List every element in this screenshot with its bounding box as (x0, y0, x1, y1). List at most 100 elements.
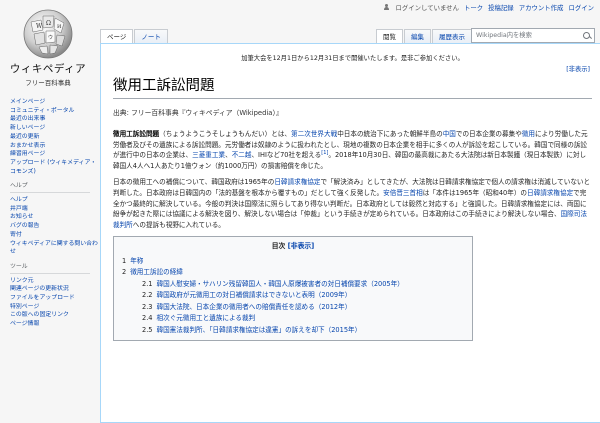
toc-item-number: 2.5 (142, 325, 153, 334)
intro-paragraph-1: 徴用工訴訟問題（ちょうようこうそしょうもんだい）とは、第二次世界大戦中日本の統治… (113, 129, 592, 171)
sidebar-item-current-events[interactable]: 最近の出来事 (10, 115, 98, 124)
text-span: は「本件は1965年（昭和40年）の (422, 188, 528, 197)
sidebar-item-upload-file[interactable]: ファイルをアップロード (10, 294, 98, 303)
tab-talk[interactable]: ノート (134, 29, 168, 44)
talk-link[interactable]: トーク (464, 3, 483, 12)
svg-text:W: W (36, 23, 43, 30)
sidebar-item-recent-changes[interactable]: 最近の更新 (10, 133, 98, 142)
link-claims-agreement-2[interactable]: 日韓請求権協定 (527, 189, 573, 197)
toc-item[interactable]: 2.5 韓国憲法裁判所、「日韓請求権協定は違憲」の訴えを却下（2015年） (122, 325, 464, 337)
page-title: 徴用工訴訟問題 (113, 74, 592, 99)
link-fujikoshi[interactable]: 不二越 (232, 151, 252, 159)
login-link[interactable]: ログイン (568, 3, 594, 12)
namespace-tabs: ページ ノート (100, 28, 169, 44)
notice-hide-link[interactable]: [非表示] (566, 64, 590, 73)
sidebar-item-community-portal[interactable]: コミュニティ・ポータル (10, 107, 98, 116)
tab-edit[interactable]: 編集 (404, 29, 431, 44)
sidebar-item-main-page[interactable]: メインページ (10, 98, 98, 107)
article-term: 徴用工訴訟問題 (113, 130, 160, 138)
text-span: への提訴も視野に入れている。 (132, 220, 225, 229)
toc-item-number: 2.3 (142, 302, 153, 311)
search-icon[interactable] (583, 31, 591, 40)
sidebar-item-upload-commons[interactable]: アップロード (ウィキメディア・コモンズ) (10, 159, 98, 176)
svg-text:И: И (57, 24, 62, 30)
text-span: 、IHIなど70社を超える (251, 151, 322, 160)
toc-heading: 目次 (271, 242, 286, 251)
tab-read[interactable]: 閲覧 (376, 29, 403, 44)
text-span: 、 (225, 151, 232, 160)
intro-paragraph-2: 日本の徴用工への補償について、韓国政府は1965年の日韓請求権協定で「解決済み」… (113, 177, 592, 230)
toc-toggle-link[interactable]: [非表示] (288, 242, 315, 250)
create-account-link[interactable]: アカウント作成 (519, 3, 564, 12)
content-area: 加筆大会を12月1日から12月31日まで開催いたします。是非ご参加ください。 [… (100, 43, 600, 423)
table-of-contents: 目次 [非表示] 1 年称 2 徴用工訴訟の経緯 2.1 韓国人慰安婦・サハリン残留韓国人… (113, 236, 473, 342)
tab-page[interactable]: ページ (100, 29, 134, 44)
toc-item[interactable]: 2.4 相次ぐ元徴用工と遺族による裁判 (122, 313, 464, 325)
sidebar-item-related-changes[interactable]: 関連ページの更新状況 (10, 285, 98, 294)
sidebar-help: ヘルプ ヘルプ 井戸端 お知らせ バグの報告 寄付 ウィキペディアに関する問い合… (10, 182, 98, 257)
site-notice: 加筆大会を12月1日から12月31日まで開催いたします。是非ご参加ください。 (241, 55, 464, 62)
text-span: 中日本の統治下にあった朝鮮半島の (337, 130, 443, 138)
tab-history[interactable]: 履歴表示 (432, 29, 472, 44)
not-logged-in-label: ログインしていません (395, 3, 459, 12)
sidebar-item-help[interactable]: ヘルプ (10, 196, 98, 205)
toc-item[interactable]: 2.2 韓国政府が元徴用工の対日補償請求はできないと表明（2009年） (122, 290, 464, 302)
sidebar-item-bug-report[interactable]: バグの報告 (10, 222, 98, 231)
sidebar-item-sandbox[interactable]: 練習用ページ (10, 150, 98, 159)
toc-item[interactable]: 2.1 韓国人慰安婦・サハリン残留韓国人・韓国人原爆被害者の対日補償要求（2005… (122, 279, 464, 291)
sidebar-item-donate[interactable]: 寄付 (10, 231, 98, 240)
sidebar-item-contact[interactable]: ウィキペディアに関する問い合わせ (10, 240, 98, 257)
link-china[interactable]: 中国 (443, 130, 456, 138)
sidebar-item-page-info[interactable]: ページ情報 (10, 320, 98, 329)
link-claims-agreement[interactable]: 日韓請求権協定 (274, 178, 320, 186)
sidebar-item-new-pages[interactable]: 新しいページ (10, 124, 98, 133)
toc-item-number: 1 (122, 256, 127, 265)
logo-wordmark: ウィキペディア (9, 63, 87, 75)
sidebar-item-special-pages[interactable]: 特別ページ (10, 303, 98, 312)
contributions-link[interactable]: 投稿記録 (488, 3, 514, 12)
toc-item-number: 2.2 (142, 291, 153, 300)
link-ww2[interactable]: 第二次世界大戦 (291, 130, 337, 138)
user-icon (383, 3, 390, 11)
search-placeholder: Wikipedia内を検索 (476, 32, 532, 39)
toc-item-number: 2 (122, 268, 127, 277)
text-span: での日本企業の募集や (455, 130, 522, 138)
toc-item-link[interactable]: 韓国憲法裁判所、「日韓請求権協定は違憲」の訴えを却下（2015年） (157, 326, 362, 334)
search-input[interactable]: Wikipedia内を検索 (471, 28, 595, 43)
sidebar-item-permanent-link[interactable]: この版への固定リンク (10, 311, 98, 320)
text-span: 日本の徴用工への補償について、韓国政府は1965年の (113, 178, 275, 187)
text-span: （ちょうようこうそしょうもんだい）とは、 (159, 130, 292, 138)
sidebar-heading-tools: ツール (10, 263, 90, 274)
link-abe[interactable]: 安倍晋三首相 (383, 189, 423, 197)
toc-item-link[interactable]: 韓国人慰安婦・サハリン残留韓国人・韓国人原爆被害者の対日補償要求（2005年） (157, 280, 404, 288)
personal-tools: ログインしていません トーク 投稿記録 アカウント作成 ログイン (383, 0, 594, 14)
sidebar: メインページ コミュニティ・ポータル 最近の出来事 新しいページ 最近の更新 お… (10, 98, 98, 333)
sidebar-item-random[interactable]: おまかせ表示 (10, 142, 98, 151)
sidebar-item-what-links-here[interactable]: リンク元 (10, 277, 98, 286)
toc-item-link[interactable]: 韓国大法院、日本企業の徴用者への賠償責任を認める（2012年） (157, 303, 352, 311)
toc-item[interactable]: 2.3 韓国大法院、日本企業の徴用者への賠償責任を認める（2012年） (122, 302, 464, 314)
toc-item-link[interactable]: 年称 (130, 257, 143, 265)
svg-text:Ω: Ω (46, 20, 51, 27)
wikipedia-globe-icon: W Ω И ウ (23, 9, 73, 59)
view-tabs: 閲覧 編集 履歴表示 (376, 28, 473, 44)
link-recruitment[interactable]: 徴用 (522, 130, 535, 138)
toc-item-link[interactable]: 相次ぐ元徴用工と遺族による裁判 (157, 314, 256, 322)
toc-item-link[interactable]: 韓国政府が元徴用工の対日補償請求はできないと表明（2009年） (157, 291, 352, 299)
toc-item[interactable]: 2 徴用工訴訟の経緯 (122, 267, 464, 279)
toc-item-number: 2.4 (142, 314, 153, 323)
link-mitsubishi[interactable]: 三菱重工業 (192, 151, 225, 159)
sidebar-navigation: メインページ コミュニティ・ポータル 最近の出来事 新しいページ 最近の更新 お… (10, 98, 98, 176)
svg-text:ウ: ウ (48, 34, 53, 41)
sidebar-heading-help: ヘルプ (10, 182, 90, 194)
site-subtitle: 出典: フリー百科事典『ウィキペディア（Wikipedia）』 (113, 109, 283, 117)
sidebar-tools: ツール リンク元 関連ページの更新状況 ファイルをアップロード 特別ページ この… (10, 263, 98, 329)
site-logo[interactable]: W Ω И ウ ウィキペディア フリー百科事典 (8, 6, 88, 90)
sidebar-item-village-pump[interactable]: 井戸端 (10, 205, 98, 214)
toc-title: 目次 [非表示] (122, 241, 464, 253)
toc-list: 1 年称 2 徴用工訴訟の経緯 2.1 韓国人慰安婦・サハリン残留韓国人・韓国人原爆被害者… (122, 256, 464, 337)
toc-item-number: 2.1 (142, 279, 153, 288)
sidebar-item-announcements[interactable]: お知らせ (10, 213, 98, 222)
toc-item[interactable]: 1 年称 (122, 256, 464, 268)
toc-item-link[interactable]: 徴用工訴訟の経緯 (130, 268, 183, 276)
